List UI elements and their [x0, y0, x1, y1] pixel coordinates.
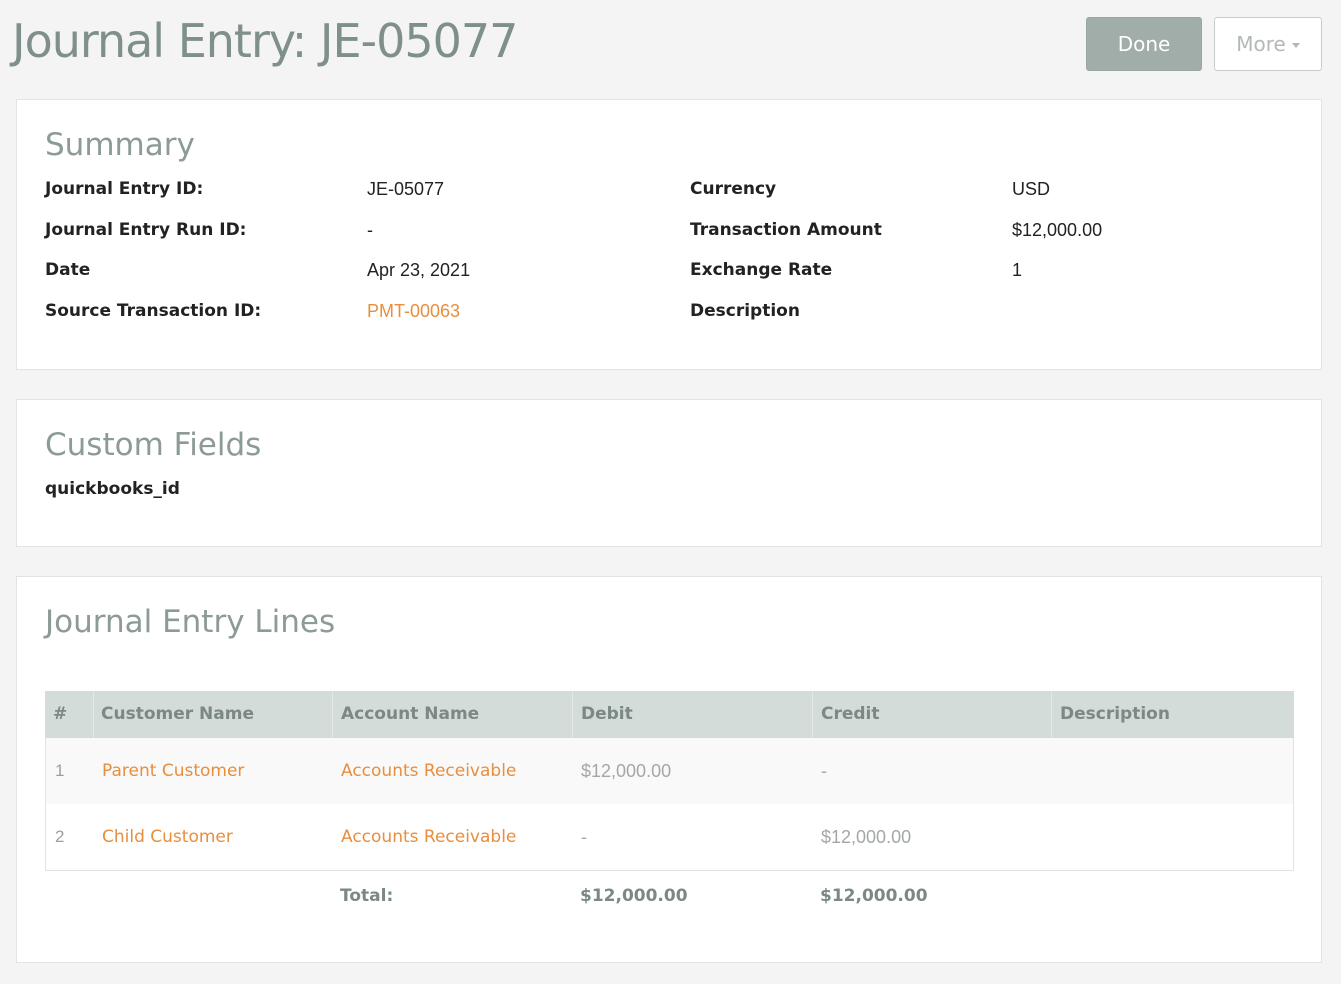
- account-name-link[interactable]: Accounts Receivable: [341, 738, 516, 804]
- table-header: # Customer Name Account Name Debit Credi…: [45, 691, 1294, 738]
- column-header-customer-name: Customer Name: [94, 691, 333, 738]
- credit-value: -: [821, 761, 827, 781]
- journal-entry-run-id-label: Journal Entry Run ID:: [45, 220, 247, 240]
- column-header-description: Description: [1060, 704, 1170, 724]
- journal-entry-id-value: JE-05077: [367, 179, 445, 199]
- journal-entry-id-label: Journal Entry ID:: [45, 179, 204, 199]
- date-value: Apr 23, 2021: [367, 260, 471, 280]
- column-header-debit: Debit: [573, 691, 813, 738]
- table-row: 2 Child Customer Accounts Receivable - $…: [46, 804, 1293, 870]
- quickbooks-id-label: quickbooks_id: [45, 479, 180, 499]
- more-dropdown-button[interactable]: More: [1214, 17, 1322, 71]
- table-row: 1 Parent Customer Accounts Receivable $1…: [46, 738, 1293, 804]
- caret-down-icon: [1291, 43, 1300, 48]
- description-label: Description: [690, 301, 800, 321]
- column-header-account-name: Account Name: [333, 691, 573, 738]
- page-title: Journal Entry: JE-05077: [12, 14, 518, 68]
- column-header-number: #: [45, 691, 94, 738]
- source-transaction-link[interactable]: PMT-00063: [367, 301, 460, 322]
- done-button-label: Done: [1117, 32, 1171, 56]
- total-credit: $12,000.00: [820, 886, 928, 906]
- summary-panel: Summary Journal Entry ID: JE-05077 Journ…: [16, 99, 1322, 370]
- exchange-rate-label: Exchange Rate: [690, 260, 833, 280]
- source-transaction-id-label: Source Transaction ID:: [45, 301, 262, 321]
- debit-value: $12,000.00: [581, 761, 672, 781]
- custom-fields-panel: Custom Fields quickbooks_id: [16, 399, 1322, 547]
- transaction-amount-label: Transaction Amount: [690, 220, 882, 240]
- date-label: Date: [45, 260, 91, 280]
- summary-title: Summary: [45, 127, 195, 163]
- debit-value: -: [581, 827, 587, 847]
- exchange-rate-value: 1: [1012, 260, 1023, 280]
- account-name-link[interactable]: Accounts Receivable: [341, 804, 516, 870]
- column-header-credit: Credit: [813, 691, 1052, 738]
- credit-value: $12,000.00: [821, 827, 912, 847]
- more-button-label: More: [1236, 32, 1286, 56]
- row-number: 2: [55, 827, 65, 846]
- customer-name-link[interactable]: Child Customer: [102, 804, 233, 870]
- currency-value: USD: [1012, 179, 1051, 199]
- done-button[interactable]: Done: [1086, 17, 1202, 71]
- row-number: 1: [55, 761, 65, 780]
- currency-label: Currency: [690, 179, 777, 199]
- customer-name-link[interactable]: Parent Customer: [102, 738, 244, 804]
- journal-entry-lines-title: Journal Entry Lines: [45, 604, 336, 640]
- page-header: Journal Entry: JE-05077 Done More: [0, 0, 1341, 95]
- total-label: Total:: [340, 886, 394, 906]
- transaction-amount-value: $12,000.00: [1012, 220, 1103, 240]
- table-body: 1 Parent Customer Accounts Receivable $1…: [45, 738, 1294, 871]
- journal-entry-run-id-value: -: [367, 220, 373, 240]
- journal-entry-lines-panel: Journal Entry Lines # Customer Name Acco…: [16, 576, 1322, 963]
- custom-fields-title: Custom Fields: [45, 427, 262, 463]
- total-debit: $12,000.00: [580, 886, 688, 906]
